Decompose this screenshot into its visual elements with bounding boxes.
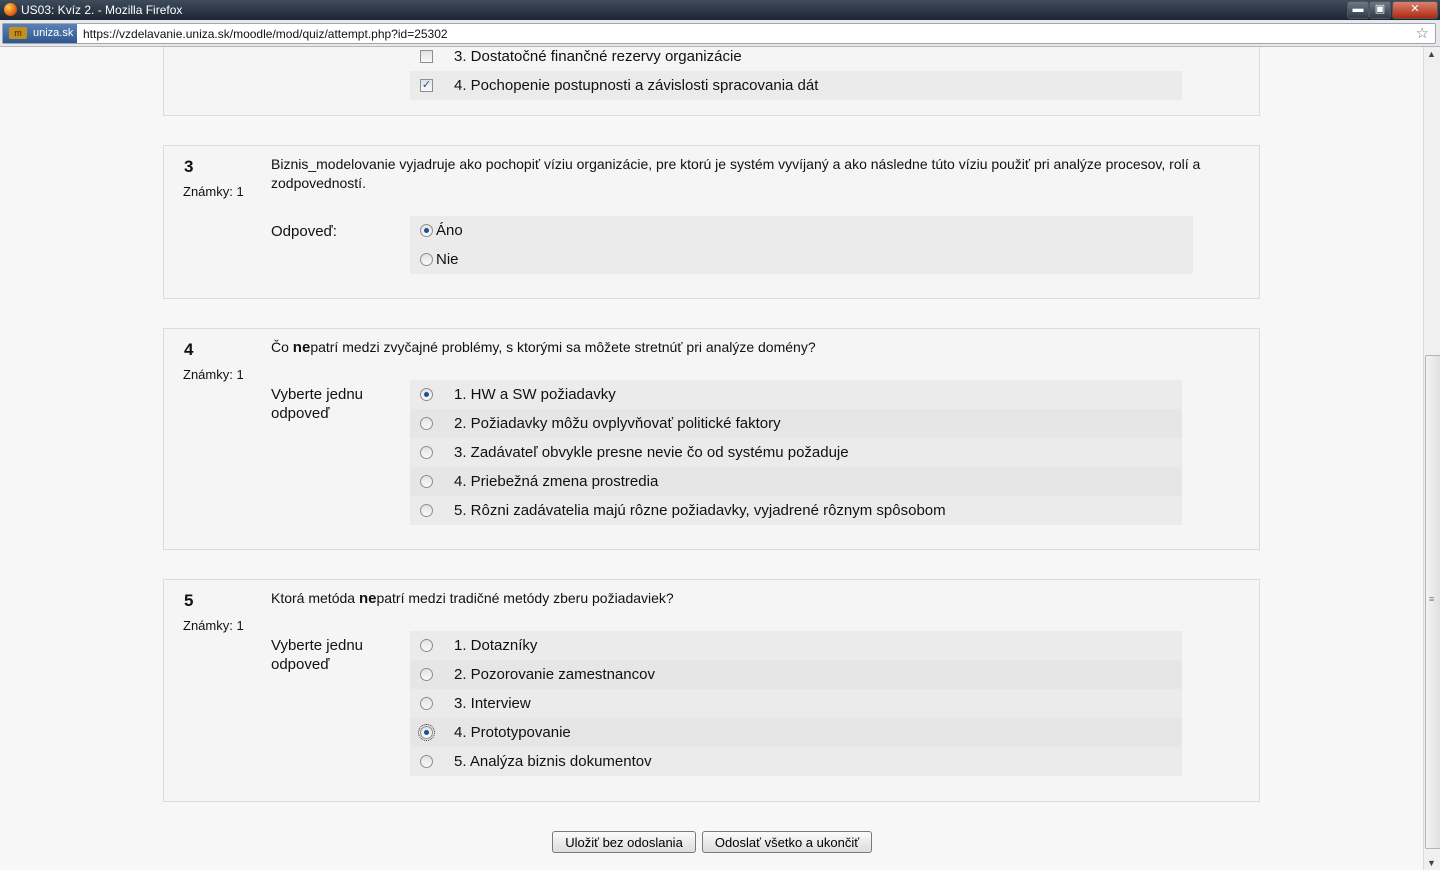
question-marks: Známky: 1 xyxy=(183,184,244,199)
question-2: 3. Dostatočné finančné rezervy organizác… xyxy=(163,47,1260,116)
page-content: 3. Dostatočné finančné rezervy organizác… xyxy=(0,47,1423,870)
question-marks: Známky: 1 xyxy=(183,367,244,382)
option-label: 3. Zadávateľ obvykle presne nevie čo od … xyxy=(454,444,849,461)
radio-button[interactable] xyxy=(420,639,433,652)
question-text-part: patrí medzi tradičné metódy zberu požiad… xyxy=(376,590,674,606)
radio-button[interactable] xyxy=(420,475,433,488)
question-marks: Známky: 1 xyxy=(183,618,244,633)
answer-label: Vyberte jednu odpoveď xyxy=(271,637,364,673)
scrollbar-thumb[interactable]: ≡ xyxy=(1425,355,1440,849)
option-label: 5. Analýza biznis dokumentov xyxy=(454,753,652,770)
question-2-option-3[interactable]: 3. Dostatočné finančné rezervy organizác… xyxy=(410,47,1182,71)
maximize-button[interactable]: ▣ xyxy=(1369,1,1391,19)
option-label: 1. HW a SW požiadavky xyxy=(454,386,616,403)
option-label: 4. Priebežná zmena prostredia xyxy=(454,473,659,490)
question-text-emphasis: ne xyxy=(358,590,377,607)
site-identity-label: uniza.sk xyxy=(33,27,74,39)
question-number: 4 xyxy=(184,340,194,359)
question-2-option-4[interactable]: ✓ 4. Pochopenie postupnosti a závislosti… xyxy=(410,71,1182,100)
answer-option-nie[interactable]: Nie xyxy=(410,245,1193,274)
radio-button[interactable] xyxy=(420,668,433,681)
option-label: 3. Interview xyxy=(454,695,531,712)
save-without-submit-button[interactable]: Uložiť bez odoslania xyxy=(552,831,696,853)
option-label: 2. Požiadavky môžu ovplyvňovať politické… xyxy=(454,415,781,432)
option-label: 5. Rôzni zadávatelia majú rôzne požiadav… xyxy=(454,502,946,519)
radio-button-selected[interactable] xyxy=(420,224,433,237)
url-text[interactable]: https://vzdelavanie.uniza.sk/moodle/mod/… xyxy=(83,27,448,41)
checkbox[interactable] xyxy=(420,50,433,63)
submit-all-and-finish-button[interactable]: Odoslať všetko a ukončiť xyxy=(702,831,872,853)
radio-button[interactable] xyxy=(420,253,433,266)
scroll-up-arrow-icon[interactable]: ▲ xyxy=(1427,49,1436,59)
checkbox-checked[interactable]: ✓ xyxy=(420,79,433,92)
question-text-part: patrí medzi zvyčajné problémy, s ktorými… xyxy=(310,339,816,355)
scrollbar-grip-icon: ≡ xyxy=(1429,594,1435,604)
question-number: 5 xyxy=(184,591,194,610)
vertical-scrollbar[interactable]: ▲ ≡ ▼ xyxy=(1423,47,1440,870)
question-text-part: Čo xyxy=(271,339,293,355)
site-logo-icon: m xyxy=(9,27,27,39)
firefox-icon xyxy=(4,3,17,16)
answer-label: Vyberte jednu odpoveď xyxy=(271,386,364,422)
site-identity-button[interactable]: m uniza.sk xyxy=(3,24,77,43)
answer-option-4[interactable]: 4. Priebežná zmena prostredia xyxy=(410,467,1182,496)
window-title: US03: Kvíz 2. - Mozilla Firefox xyxy=(21,3,183,17)
question-5-answers: 1. Dotazníky 2. Pozorovanie zamestnancov… xyxy=(410,631,1182,776)
question-4-answers: 1. HW a SW požiadavky 2. Požiadavky môžu… xyxy=(410,380,1182,525)
option-label: 4. Pochopenie postupnosti a závislosti s… xyxy=(454,77,819,94)
answer-option-2[interactable]: 2. Požiadavky môžu ovplyvňovať politické… xyxy=(410,409,1182,438)
answer-option-ano[interactable]: Áno xyxy=(410,216,1193,245)
answer-option-4[interactable]: 4. Prototypovanie xyxy=(410,718,1182,747)
question-text-emphasis: ne xyxy=(292,339,311,356)
answer-option-3[interactable]: 3. Zadávateľ obvykle presne nevie čo od … xyxy=(410,438,1182,467)
radio-button[interactable] xyxy=(420,417,433,430)
address-bar[interactable]: m uniza.sk https://vzdelavanie.uniza.sk/… xyxy=(2,23,1436,44)
navigation-bar: m uniza.sk https://vzdelavanie.uniza.sk/… xyxy=(0,20,1440,47)
minimize-button[interactable]: ▬ xyxy=(1347,1,1369,19)
answer-option-5[interactable]: 5. Rôzni zadávatelia majú rôzne požiadav… xyxy=(410,496,1182,525)
question-3-answers: Áno Nie xyxy=(410,216,1193,274)
option-label: Nie xyxy=(436,251,459,268)
answer-option-1[interactable]: 1. Dotazníky xyxy=(410,631,1182,660)
window-titlebar: US03: Kvíz 2. - Mozilla Firefox ▬ ▣ ✕ xyxy=(0,0,1440,20)
bookmark-star-icon[interactable]: ☆ xyxy=(1416,24,1429,42)
radio-button-selected[interactable] xyxy=(420,388,433,401)
question-5: 5 Známky: 1 Ktorá metóda nepatrí medzi t… xyxy=(163,579,1260,802)
radio-button[interactable] xyxy=(420,504,433,517)
question-4: 4 Známky: 1 Čo nepatrí medzi zvyčajné pr… xyxy=(163,328,1260,550)
radio-button[interactable] xyxy=(420,697,433,710)
radio-button-selected[interactable] xyxy=(418,724,435,741)
close-window-button[interactable]: ✕ xyxy=(1392,1,1438,19)
answer-option-5[interactable]: 5. Analýza biznis dokumentov xyxy=(410,747,1182,776)
answer-option-3[interactable]: 3. Interview xyxy=(410,689,1182,718)
question-text: Ktorá metóda nepatrí medzi tradičné metó… xyxy=(271,589,1211,608)
question-2-answers: 3. Dostatočné finančné rezervy organizác… xyxy=(410,47,1182,100)
option-label: Áno xyxy=(436,222,463,239)
radio-button[interactable] xyxy=(420,446,433,459)
option-label: 2. Pozorovanie zamestnancov xyxy=(454,666,655,683)
scroll-down-arrow-icon[interactable]: ▼ xyxy=(1427,858,1436,868)
question-number: 3 xyxy=(184,157,194,176)
question-3: 3 Známky: 1 Biznis_modelovanie vyjadruje… xyxy=(163,145,1260,299)
option-label: 3. Dostatočné finančné rezervy organizác… xyxy=(454,48,742,65)
option-label: 1. Dotazníky xyxy=(454,637,538,654)
radio-button[interactable] xyxy=(420,755,433,768)
question-text: Biznis_modelovanie vyjadruje ako pochopi… xyxy=(271,156,1201,191)
question-text: Čo nepatrí medzi zvyčajné problémy, s kt… xyxy=(271,338,1211,357)
question-text-part: Ktorá metóda xyxy=(271,590,359,606)
answer-label: Odpoveď: xyxy=(271,223,337,240)
answer-option-1[interactable]: 1. HW a SW požiadavky xyxy=(410,380,1182,409)
option-label: 4. Prototypovanie xyxy=(454,724,571,741)
answer-option-2[interactable]: 2. Pozorovanie zamestnancov xyxy=(410,660,1182,689)
